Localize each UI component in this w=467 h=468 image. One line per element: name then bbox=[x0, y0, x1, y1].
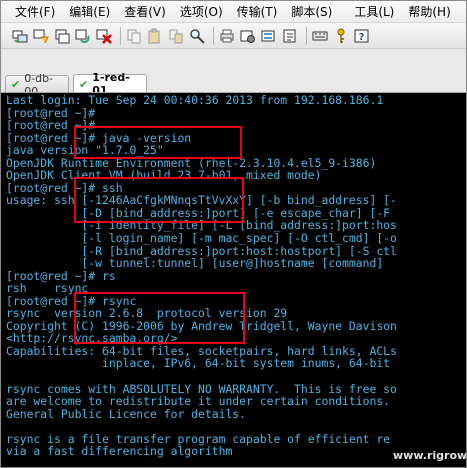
terminal-line: rsync version 2.6.8 protocol version 29 bbox=[6, 306, 288, 321]
terminal-line: [-w tunnel:tunnel] [user@]hostname [comm… bbox=[6, 256, 384, 271]
reconnect-icon[interactable] bbox=[74, 27, 92, 45]
session-options-icon[interactable] bbox=[260, 27, 278, 45]
menu-file[interactable]: 文件(F) bbox=[1, 1, 62, 23]
help-icon[interactable]: ? bbox=[353, 27, 371, 45]
menu-edit[interactable]: 编辑(E) bbox=[62, 1, 117, 23]
tab-1-red-01[interactable]: ✔ 1-red-01 bbox=[73, 71, 147, 97]
quick-connect-icon[interactable] bbox=[32, 27, 50, 45]
key-icon[interactable] bbox=[332, 27, 350, 45]
connected-check-icon: ✔ bbox=[11, 78, 21, 91]
terminal-client-window: 文件(F) 编辑(E) 查看(V) 选项(O) 传输(T) 脚本(S) 工具(L… bbox=[0, 0, 467, 468]
terminal-line: via a fast differencing algorithm bbox=[6, 444, 233, 459]
toolbar-separator bbox=[120, 26, 121, 45]
terminal-text: Last login: Tue Sep 24 00:40:36 2013 fro… bbox=[6, 94, 397, 458]
tab-0-db-00[interactable]: ✔ 0-db-00 bbox=[5, 72, 69, 98]
session-tab-strip: ✔ 0-db-00 ✔ 1-red-01 bbox=[1, 49, 466, 98]
copy-icon[interactable] bbox=[125, 27, 143, 45]
menu-tools[interactable]: 工具(L) bbox=[347, 1, 401, 23]
terminal-line: Last login: Tue Sep 24 00:40:36 2013 fro… bbox=[6, 93, 384, 107]
connect-icon[interactable] bbox=[11, 27, 29, 45]
menu-bar: 文件(F) 编辑(E) 查看(V) 选项(O) 传输(T) 脚本(S) 工具(L… bbox=[1, 1, 466, 23]
print-icon[interactable] bbox=[218, 27, 236, 45]
find-icon[interactable] bbox=[188, 27, 206, 45]
toolbar-separator bbox=[306, 26, 307, 45]
keymap-icon[interactable] bbox=[311, 27, 329, 45]
terminal-line: rsh rsync bbox=[6, 281, 89, 296]
svg-text:?: ? bbox=[359, 32, 365, 43]
sftp-icon[interactable] bbox=[281, 27, 299, 45]
watermark: www.rigrowing.com bbox=[393, 449, 467, 462]
menu-script[interactable]: 脚本(S) bbox=[284, 1, 339, 23]
terminal-line: General Public Licence for details. bbox=[6, 406, 247, 421]
connect-tab-icon[interactable] bbox=[53, 27, 71, 45]
settings-icon[interactable] bbox=[239, 27, 257, 45]
connected-check-icon: ✔ bbox=[79, 77, 89, 91]
paste-icon[interactable] bbox=[146, 27, 164, 45]
menu-help[interactable]: 帮助(H) bbox=[401, 1, 457, 23]
menu-view[interactable]: 查看(V) bbox=[117, 1, 173, 23]
terminal-line: OpenJDK Client VM (build 23.7-b01, mixed… bbox=[6, 168, 322, 183]
disconnect-icon[interactable] bbox=[95, 27, 113, 45]
copy-paste-icon[interactable] bbox=[167, 27, 185, 45]
menu-transfer[interactable]: 传输(T) bbox=[230, 1, 285, 23]
menu-options[interactable]: 选项(O) bbox=[173, 1, 230, 23]
terminal-output[interactable]: Last login: Tue Sep 24 00:40:36 2013 fro… bbox=[1, 93, 466, 467]
terminal-line: [root@red ~]# bbox=[6, 118, 96, 133]
terminal-line: inplace, IPv6, 64-bit system inums, 64-b… bbox=[6, 356, 391, 371]
terminal-line: java version "1.7.0_25" bbox=[6, 143, 164, 158]
terminal-line: are welcome to redistribute it under cer… bbox=[6, 394, 391, 409]
toolbar-separator bbox=[213, 26, 214, 45]
terminal-line: [-l login_name] [-m mac_spec] [-O ctl_cm… bbox=[6, 231, 397, 246]
toolbar: ? bbox=[1, 23, 466, 49]
